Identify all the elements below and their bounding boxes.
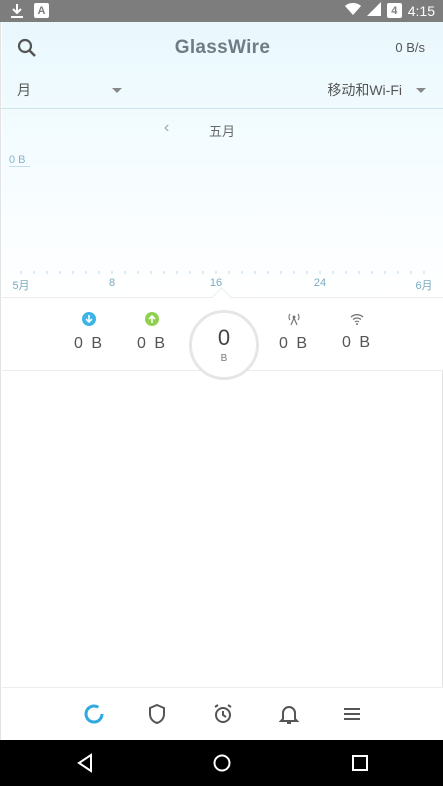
bell-icon[interactable] [277, 702, 301, 726]
app-notification-icon: A [34, 3, 49, 18]
cell-signal-icon [366, 2, 381, 19]
x-tick-label: 6月 [415, 280, 433, 292]
upload-arrow-icon [145, 312, 159, 330]
top-app-bar: GlassWire 0 B/s [1, 22, 443, 76]
network-speed: 0 B/s [395, 40, 425, 55]
wifi-stat[interactable]: 0 B [337, 312, 377, 352]
period-dropdown[interactable]: 月 [17, 80, 127, 102]
mobile-stat[interactable]: 0 B [274, 312, 314, 353]
download-notification-icon [10, 3, 24, 24]
x-tick-label: 8 [108, 277, 116, 289]
total-usage-unit: B [220, 353, 228, 364]
x-tick-label: 5月 [12, 280, 30, 292]
previous-month-button[interactable]: ‹ [164, 119, 169, 137]
wifi-signal-icon [344, 2, 361, 19]
system-navigation-bar [0, 740, 443, 786]
network-type-dropdown[interactable]: 移动和Wi-Fi [310, 80, 430, 102]
recents-icon[interactable] [349, 752, 371, 774]
bottom-navigation [2, 687, 443, 741]
alarm-clock-icon[interactable] [211, 702, 235, 726]
network-type-value: 移动和Wi-Fi [327, 82, 402, 98]
back-icon[interactable] [74, 752, 96, 774]
download-value: 0 B [73, 335, 104, 352]
clock: 4:15 [407, 2, 435, 19]
current-month-label: 五月 [209, 124, 236, 139]
home-icon[interactable] [211, 752, 233, 774]
total-usage-value: 0 [217, 325, 231, 350]
chevron-down-icon [416, 88, 426, 93]
period-value: 月 [17, 82, 31, 98]
total-usage-circle[interactable]: 0 B [189, 310, 259, 380]
download-stat[interactable]: 0 B [69, 312, 109, 353]
chevron-down-icon [112, 88, 122, 93]
menu-icon[interactable] [340, 702, 364, 726]
download-arrow-icon [82, 312, 96, 330]
wifi-value: 0 B [341, 334, 372, 351]
filter-row: 月 移动和Wi-Fi [1, 76, 443, 109]
upload-stat[interactable]: 0 B [132, 312, 172, 353]
wifi-icon [350, 312, 364, 329]
upload-value: 0 B [136, 335, 167, 352]
month-navigator: ‹ 五月 [1, 119, 443, 140]
mobile-value: 0 B [278, 335, 309, 352]
app-content: GlassWire 0 B/s 月 移动和Wi-Fi ‹ 五月 0 B 5月 8… [0, 22, 443, 741]
x-tick-label: 24 [313, 277, 327, 289]
app-title: GlassWire [174, 37, 271, 58]
cell-tower-icon [287, 313, 301, 330]
graph-icon[interactable] [82, 702, 106, 726]
y-axis-label: 0 B [9, 154, 30, 167]
firewall-shield-icon[interactable] [145, 702, 169, 726]
status-bar: A 4 4:15 [0, 0, 443, 22]
battery-icon: 4 [386, 3, 402, 18]
